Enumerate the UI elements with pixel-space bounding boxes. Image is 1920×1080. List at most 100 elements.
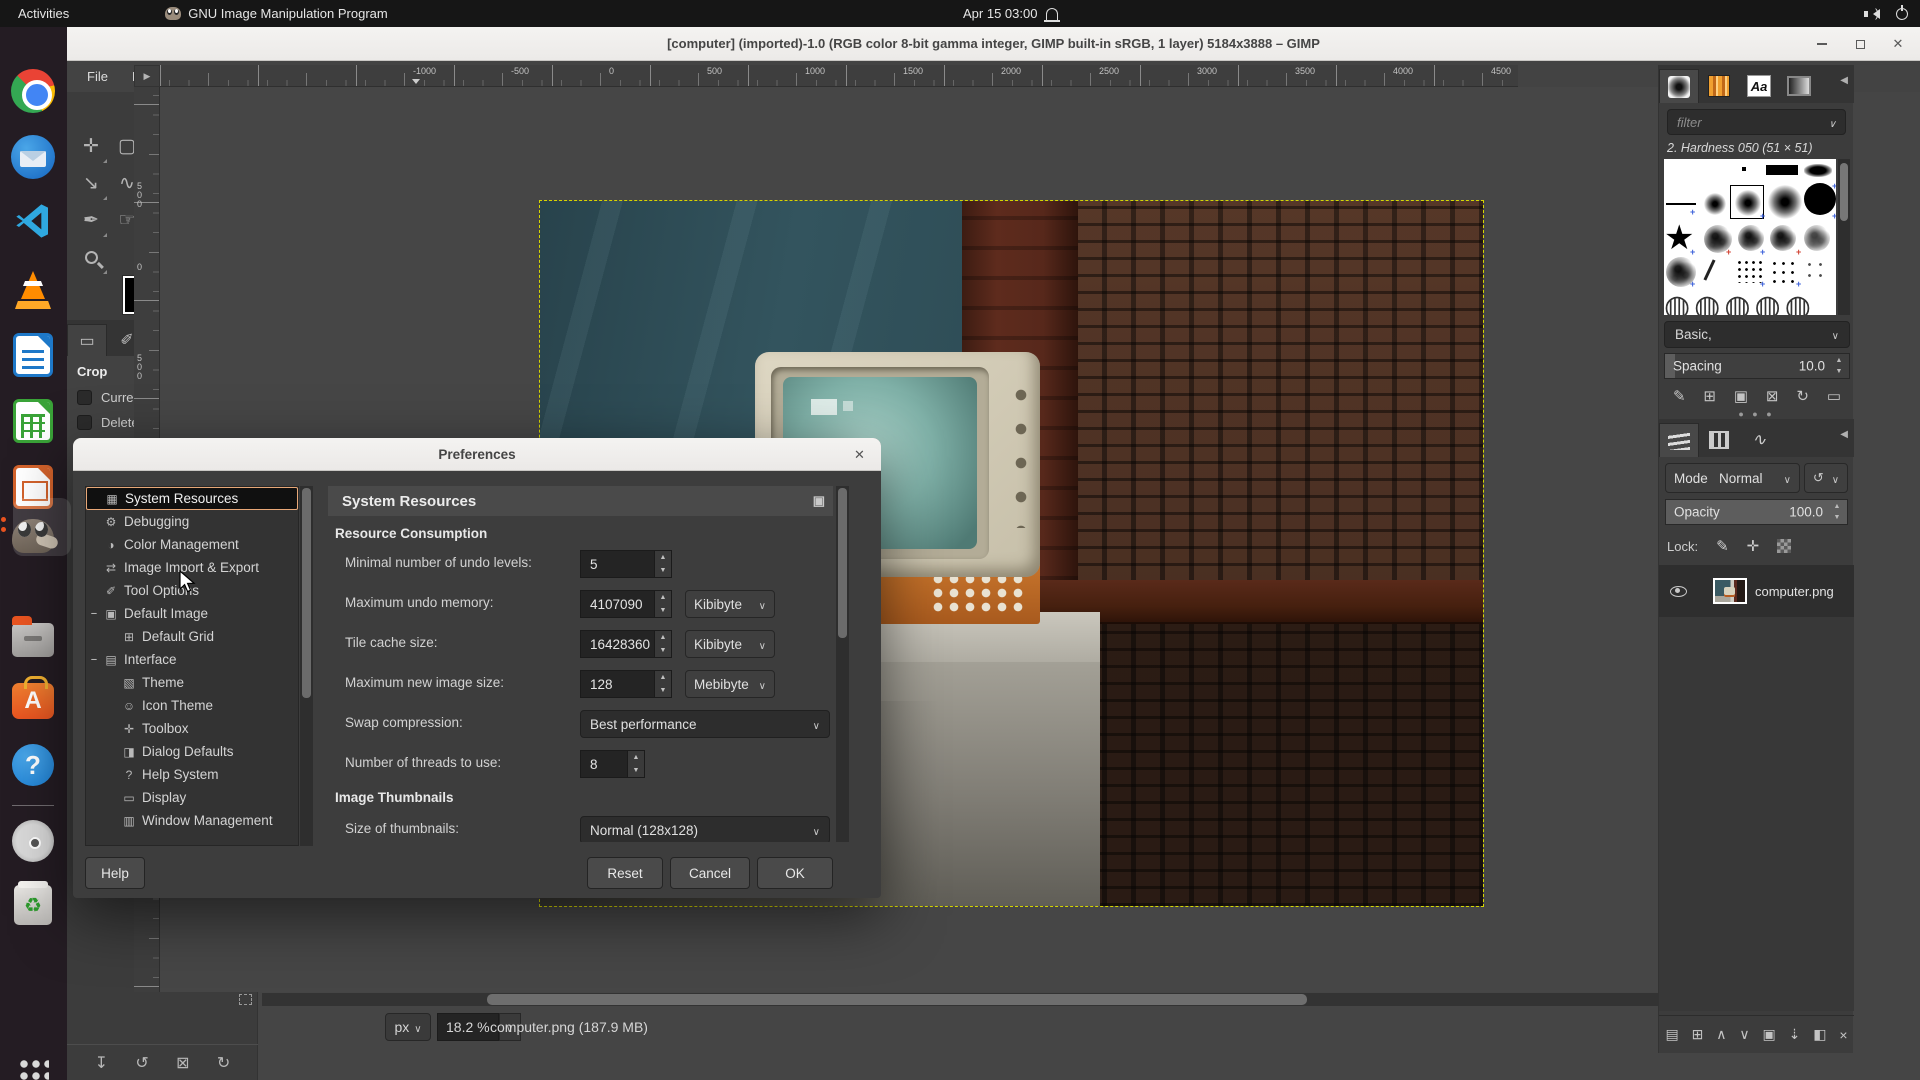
thumbnail-size-dropdown[interactable]: Normal (128x128) <box>580 816 830 842</box>
brush-item[interactable] <box>1770 259 1796 283</box>
restore-tool-preset[interactable]: ↺ <box>135 1053 148 1073</box>
brush-group-dropdown[interactable]: Basic, <box>1664 321 1850 348</box>
preferences-form-scrollbar[interactable] <box>836 486 849 842</box>
brush-item[interactable] <box>1804 225 1830 251</box>
dock-vscode[interactable] <box>9 199 57 247</box>
tree-scrollbar-thumb[interactable] <box>302 488 311 698</box>
tool-zoom[interactable] <box>73 239 109 276</box>
tile-cache-unit-dropdown[interactable]: Kibibyte <box>685 630 775 658</box>
prefs-tree-debugging[interactable]: ⚙ Debugging <box>86 510 298 533</box>
raise-layer[interactable]: ∧ <box>1716 1026 1726 1043</box>
tab-fonts[interactable]: Aa <box>1739 69 1779 103</box>
dock-chrome[interactable] <box>9 67 57 115</box>
brush-item[interactable] <box>1742 167 1746 171</box>
brush-item[interactable] <box>1768 185 1802 219</box>
tree-expander[interactable]: − <box>86 608 102 620</box>
lock-alpha-icon[interactable] <box>1777 539 1791 553</box>
checkbox-unchecked[interactable] <box>77 390 92 405</box>
dock-thunderbird[interactable] <box>9 133 57 181</box>
ok-button[interactable]: OK <box>757 857 833 889</box>
delete-brush[interactable]: ⊠ <box>1766 387 1779 405</box>
ruler-corner-button[interactable]: ▶ <box>134 65 160 87</box>
new-layer[interactable]: ▤ <box>1665 1026 1678 1043</box>
tool-move[interactable]: ✛ <box>73 128 109 165</box>
dock-trash[interactable]: ♻ <box>9 881 57 929</box>
edit-brush[interactable]: ✎ <box>1673 387 1686 405</box>
brush-item[interactable] <box>1703 259 1715 280</box>
spinner-buttons[interactable]: ▲▼ <box>655 630 672 658</box>
brush-grid-scrollbar-thumb[interactable] <box>1840 163 1848 221</box>
refresh-brushes[interactable]: ↻ <box>1796 387 1809 405</box>
open-brush-as-image[interactable]: ▭ <box>1827 387 1841 405</box>
tree-expander[interactable]: − <box>86 654 102 666</box>
prefs-tree-window-management[interactable]: ▥ Window Management <box>86 809 298 832</box>
tab-brushes[interactable] <box>1659 69 1699 103</box>
spinner-buttons[interactable]: ▲▼ <box>655 550 672 578</box>
preferences-tree-scrollbar[interactable] <box>300 486 313 846</box>
dock-writer[interactable] <box>9 331 57 379</box>
tool-transform[interactable]: ↘ <box>73 165 109 202</box>
brush-item[interactable] <box>1804 259 1830 283</box>
add-layer-mask[interactable]: ◧ <box>1813 1026 1826 1043</box>
spacing-spinner[interactable]: ▲▼ <box>1831 355 1847 377</box>
reset-button[interactable]: Reset <box>587 857 663 889</box>
spinner-buttons[interactable]: ▲▼ <box>628 750 645 778</box>
window-titlebar[interactable]: [computer] (imported)-1.0 (RGB color 8-b… <box>67 27 1920 61</box>
brush-item-selected[interactable] <box>1730 185 1764 219</box>
brush-item[interactable] <box>1704 193 1726 215</box>
prefs-tree-color-management[interactable]: ◑ Color Management <box>86 533 298 556</box>
dock-vlc[interactable] <box>9 265 57 313</box>
duplicate-layer[interactable]: ▣ <box>1762 1026 1775 1043</box>
layer-list-empty-area[interactable] <box>1659 617 1854 1011</box>
tab-layers[interactable] <box>1659 423 1699 457</box>
dock-resize-handle[interactable]: ● ● ● <box>1659 409 1854 419</box>
undo-levels-spinbox[interactable]: 5 ▲▼ <box>580 550 672 578</box>
cancel-button[interactable]: Cancel <box>670 857 750 889</box>
dock-calc[interactable] <box>9 397 57 445</box>
prefs-tree-display[interactable]: ▭ Display <box>86 786 298 809</box>
prefs-tree-help-system[interactable]: ? Help System <box>86 763 298 786</box>
brush-item[interactable] <box>1736 259 1762 283</box>
duplicate-brush[interactable]: ▣ <box>1734 387 1748 405</box>
threads-spinbox[interactable]: 8 ▲▼ <box>580 750 645 778</box>
tab-patterns[interactable] <box>1699 69 1739 103</box>
lock-position-icon[interactable]: ✛ <box>1747 537 1760 555</box>
new-brush[interactable]: ⊞ <box>1703 387 1716 405</box>
spinner-buttons[interactable]: ▲▼ <box>655 590 672 618</box>
brush-item[interactable] <box>1766 165 1798 175</box>
swap-compression-dropdown[interactable]: Best performance <box>580 710 830 738</box>
layer-row[interactable]: computer.png <box>1659 565 1854 617</box>
tile-cache-spinbox[interactable]: 16428360 ▲▼ <box>580 630 672 658</box>
delete-layer[interactable]: × <box>1839 1027 1847 1043</box>
tab-tool-options[interactable]: ▭ <box>67 324 107 356</box>
blend-space-dropdown[interactable]: ↺ <box>1804 463 1848 493</box>
spinner-buttons[interactable]: ▲▼ <box>655 670 672 698</box>
help-button[interactable]: Help <box>85 857 145 889</box>
tab-channels[interactable] <box>1699 423 1739 457</box>
brush-grid[interactable]: ★ ◍◍◍◍◍ ++ ++ ++ ++ ++ + <box>1664 159 1836 315</box>
horizontal-scrollbar-thumb[interactable] <box>487 994 1307 1005</box>
focused-app-menu[interactable]: GNU Image Manipulation Program <box>165 6 387 21</box>
layer-name[interactable]: computer.png <box>1755 584 1834 599</box>
save-tool-preset[interactable]: ↧ <box>95 1053 108 1073</box>
layer-mode-dropdown[interactable]: Mode Normal <box>1665 463 1800 493</box>
activities-button[interactable]: Activities <box>0 0 87 27</box>
brush-item[interactable] <box>1804 164 1832 177</box>
brush-filter-input[interactable]: filter <box>1667 109 1846 135</box>
collapse-arrow-icon[interactable]: ◀ <box>1840 429 1848 440</box>
lock-paint-icon[interactable]: ✎ <box>1716 537 1729 555</box>
brush-grid-scrollbar[interactable] <box>1838 159 1850 315</box>
dock-removable-disc[interactable] <box>9 817 57 865</box>
brush-item[interactable] <box>1666 203 1696 205</box>
max-image-unit-dropdown[interactable]: Mebibyte <box>685 670 775 698</box>
dock-files[interactable] <box>9 613 57 661</box>
layer-visibility-eye-icon[interactable] <box>1670 586 1687 597</box>
spacing-slider[interactable]: Spacing 10.0 ▲▼ <box>1664 353 1850 379</box>
opacity-slider[interactable]: Opacity 100.0 ▲▼ <box>1665 499 1848 525</box>
clock-menu[interactable]: Apr 15 03:00 <box>963 0 1058 27</box>
reset-tool-options[interactable]: ↻ <box>217 1053 230 1073</box>
prefs-tree-interface[interactable]: − ▤ Interface <box>86 648 298 671</box>
max-image-spinbox[interactable]: 128 ▲▼ <box>580 670 672 698</box>
prefs-tree-default-grid[interactable]: ⊞ Default Grid <box>86 625 298 648</box>
maximize-button[interactable] <box>1852 36 1868 52</box>
